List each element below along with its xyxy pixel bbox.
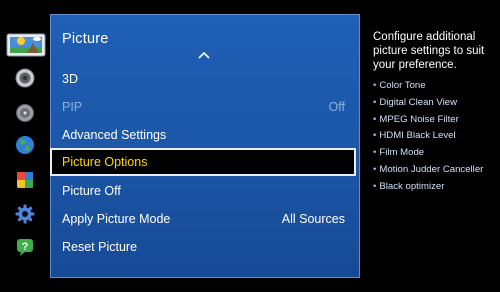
bullet-icon: • [373, 113, 377, 125]
help-item-text: Motion Judder Canceller [379, 163, 484, 175]
help-list-item: • Digital Clean View [373, 95, 498, 112]
menu-item-value: Off [328, 100, 345, 114]
category-sidebar: ? [0, 0, 50, 292]
help-item-text: HDMI Black Level [379, 130, 456, 142]
menu-item-label: Reset Picture [62, 240, 138, 254]
help-list-item: • Color Tone [373, 78, 498, 95]
bullet-icon: • [373, 147, 377, 159]
bullet-icon: • [373, 130, 377, 142]
menu-item-label: Apply Picture Mode [62, 212, 171, 226]
menu-item-3d[interactable]: 3D [51, 65, 359, 93]
sound-icon [15, 68, 35, 88]
help-option-list: • Color Tone • Digital Clean View • MPEG No… [373, 78, 498, 196]
help-description: Configure additional picture settings to… [373, 31, 485, 71]
help-list-item: • HDMI Black Level [373, 128, 498, 145]
sidebar-item-smart-features[interactable] [12, 169, 38, 191]
menu-item-picture-off[interactable]: Picture Off [51, 177, 359, 205]
menu-item-label: 3D [62, 72, 78, 86]
svg-text:?: ? [22, 241, 29, 253]
picture-menu-panel: Picture 3D PIP Off Advanced Settings Pic… [50, 14, 360, 278]
menu-item-pip: PIP Off [51, 93, 359, 121]
menu-item-label: Picture Off [62, 184, 121, 198]
help-list-item: • Film Mode [373, 145, 498, 162]
help-list-item: • MPEG Noise Filter [373, 112, 498, 129]
bullet-icon: • [373, 80, 377, 91]
panel-title: Picture [62, 31, 109, 47]
menu-item-label: Advanced Settings [62, 128, 167, 142]
help-item-text: Film Mode [379, 147, 425, 159]
menu-item-reset-picture[interactable]: Reset Picture [51, 233, 359, 261]
bullet-icon: • [373, 96, 377, 108]
sidebar-item-support[interactable]: ? [12, 236, 38, 258]
sidebar-item-sound[interactable] [12, 67, 38, 89]
picture-icon [6, 33, 46, 57]
bullet-icon: • [373, 163, 377, 175]
sidebar-item-broadcast[interactable] [12, 102, 38, 124]
menu-item-advanced-settings[interactable]: Advanced Settings [51, 121, 359, 149]
help-item-text: Color Tone [379, 80, 426, 91]
help-item-text: MPEG Noise Filter [379, 113, 459, 125]
broadcast-icon [16, 104, 34, 122]
help-item-text: Black optimizer [379, 180, 445, 192]
menu-item-picture-options[interactable]: Picture Options [50, 148, 356, 176]
network-icon [16, 136, 34, 154]
smart-features-icon [17, 172, 33, 188]
sidebar-item-network[interactable] [12, 134, 38, 156]
menu-item-apply-picture-mode[interactable]: Apply Picture Mode All Sources [51, 205, 359, 233]
system-gear-icon [15, 204, 35, 224]
sidebar-item-system[interactable] [12, 203, 38, 225]
menu-item-label: PIP [62, 100, 83, 114]
help-panel: Configure additional picture settings to… [373, 30, 498, 196]
support-icon: ? [17, 239, 33, 256]
menu-item-label: Picture Options [62, 155, 148, 169]
help-list-item: • Black optimizer [373, 179, 498, 196]
help-item-text: Digital Clean View [379, 96, 458, 108]
chevron-up-icon[interactable] [198, 51, 210, 59]
sidebar-item-picture[interactable] [5, 31, 47, 59]
bullet-icon: • [373, 180, 377, 192]
menu-item-value: All Sources [281, 212, 345, 226]
help-list-item: • Motion Judder Canceller [373, 162, 498, 179]
